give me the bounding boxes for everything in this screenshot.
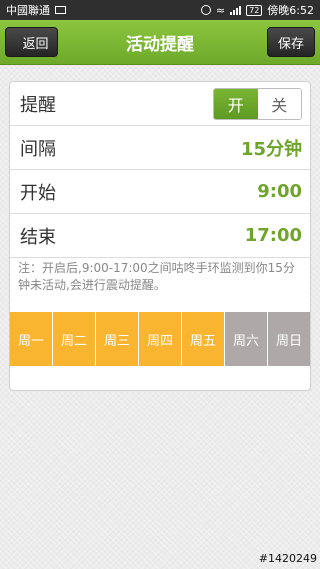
reminder-label: 提醒 — [20, 94, 56, 116]
battery-icon: 72 — [246, 4, 263, 16]
status-bar: 中國聯通 ≈ 72 傍晚6:52 — [0, 0, 320, 20]
interval-value: 15分钟 — [240, 138, 302, 160]
wifi-icon: ≈ — [215, 3, 226, 17]
end-value: 17:00 — [244, 225, 302, 246]
end-row[interactable]: 结束 17:00 — [10, 214, 310, 258]
start-row[interactable]: 开始 9:00 — [10, 170, 310, 214]
settings-card: 提醒 开 关 间隔 15分钟 开始 9:00 结束 17:00 注：开启后,9:… — [9, 81, 311, 391]
toggle-off-option[interactable]: 关 — [257, 88, 301, 119]
interval-label: 间隔 — [20, 138, 56, 160]
signal-icon — [230, 5, 242, 15]
reminder-row: 提醒 开 关 — [10, 82, 310, 126]
save-button[interactable]: 保存 — [267, 27, 315, 57]
day-thursday[interactable]: 周四 — [139, 312, 182, 366]
day-monday[interactable]: 周一 — [10, 312, 53, 366]
reminder-note: 注：开启后,9:00-17:00之间咕咚手环监测到你15分钟未活动,会进行震动提… — [18, 261, 295, 292]
watermark-text: #1420249 — [258, 552, 317, 565]
carrier-name: 中國聯通 — [6, 4, 50, 17]
day-tuesday[interactable]: 周二 — [53, 312, 96, 366]
title-bar: 返回 活动提醒 保存 — [0, 20, 320, 65]
status-time: 傍晚6:52 — [267, 4, 314, 17]
start-value: 9:00 — [257, 181, 302, 202]
toggle-on-option[interactable]: 开 — [214, 88, 258, 119]
day-friday[interactable]: 周五 — [182, 312, 225, 366]
reminder-toggle[interactable]: 开 关 — [213, 87, 302, 120]
day-wednesday[interactable]: 周三 — [96, 312, 139, 366]
start-label: 开始 — [20, 182, 56, 204]
day-sunday[interactable]: 周日 — [268, 312, 310, 366]
day-saturday[interactable]: 周六 — [225, 312, 268, 366]
message-icon — [55, 6, 66, 14]
weekday-selector: 周一 周二 周三 周四 周五 周六 周日 — [10, 312, 310, 366]
end-label: 结束 — [20, 226, 56, 248]
back-button[interactable]: 返回 — [5, 27, 58, 57]
page-title: 活动提醒 — [126, 34, 194, 55]
alarm-icon — [200, 5, 211, 15]
interval-row[interactable]: 间隔 15分钟 — [10, 126, 310, 170]
